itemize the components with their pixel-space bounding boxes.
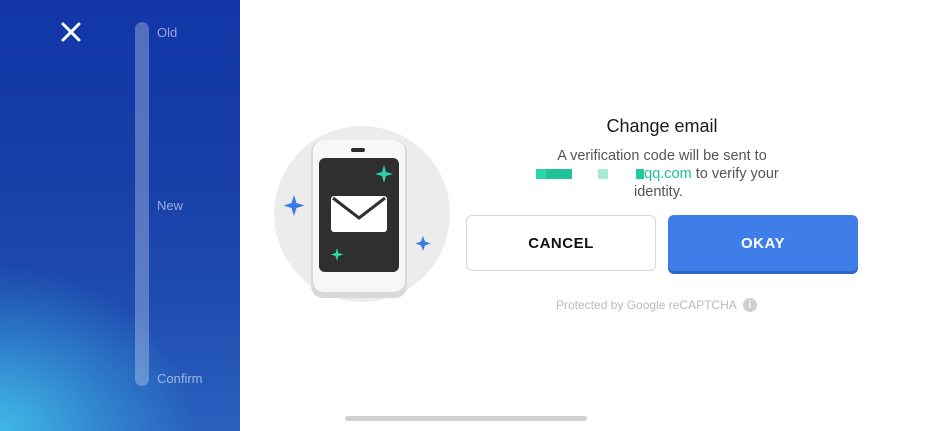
dialog-message-line3: identity. <box>634 184 683 200</box>
close-button[interactable] <box>57 18 85 46</box>
redacted-email-block <box>536 169 546 179</box>
message-suffix: to verify your <box>691 166 779 182</box>
okay-button[interactable]: OKAY <box>668 215 858 271</box>
dialog-message-line2: qq.com to verify your <box>536 166 796 182</box>
step-new-label: New <box>157 198 184 213</box>
progress-track <box>135 22 149 386</box>
recaptcha-text: Protected by Google reCAPTCHA <box>556 298 737 312</box>
phone-mail-illustration <box>268 122 452 306</box>
home-indicator[interactable] <box>345 416 587 421</box>
dialog-title: Change email <box>606 116 718 136</box>
redacted-email-block <box>598 169 609 179</box>
info-icon[interactable]: i <box>742 298 757 312</box>
progress-panel: Old New Confirm <box>0 0 240 431</box>
cancel-button[interactable]: CANCEL <box>466 215 656 271</box>
step-confirm-label: Confirm <box>157 371 203 386</box>
okay-button-label: OKAY <box>741 234 785 252</box>
email-domain: qq.com <box>644 166 692 182</box>
dialog-message-line1: A verification code will be sent to <box>557 148 767 164</box>
redacted-email-block <box>546 169 572 179</box>
recaptcha-notice: Protected by Google reCAPTCHA i <box>556 298 757 312</box>
step-old-label: Old <box>157 25 178 40</box>
close-icon <box>61 22 81 42</box>
redacted-email-block <box>636 169 645 179</box>
cancel-button-label: CANCEL <box>528 234 594 252</box>
